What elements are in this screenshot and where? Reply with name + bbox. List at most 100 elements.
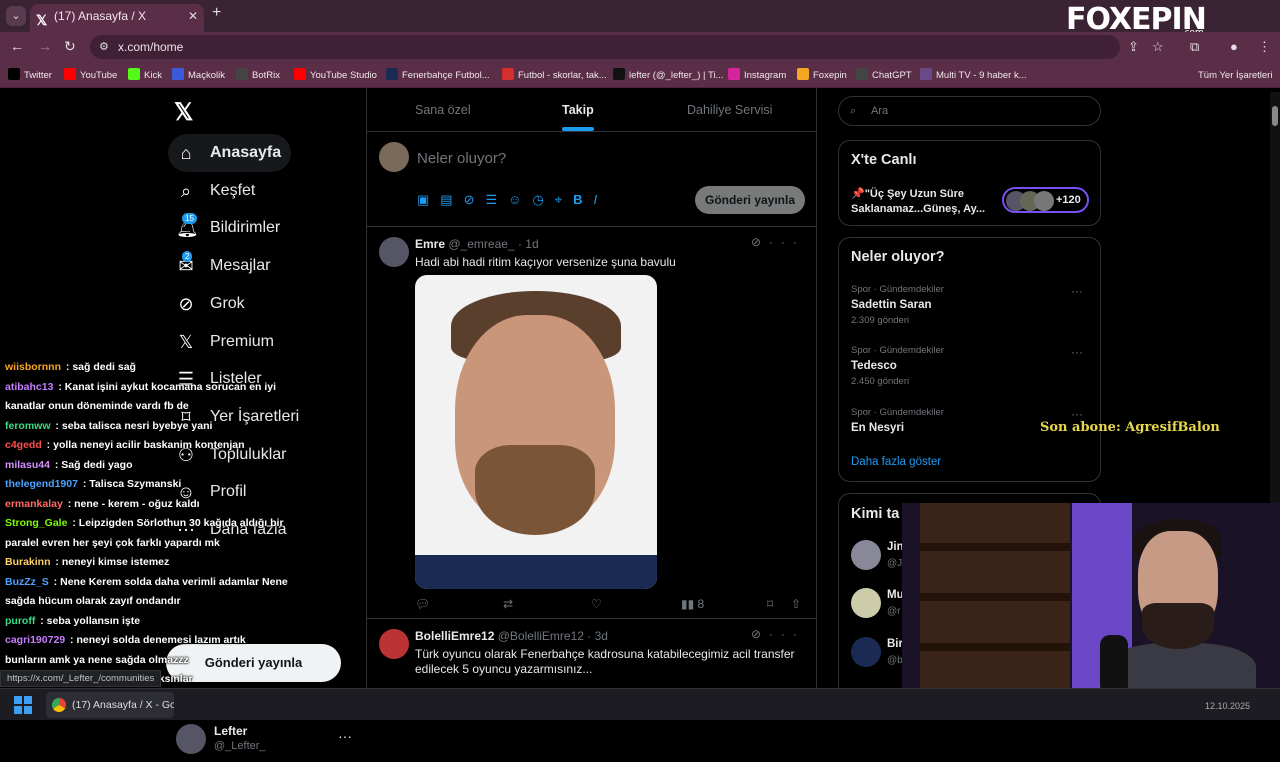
bookmark-item[interactable]: Kick [128,68,162,81]
image-icon[interactable]: ▣ [417,192,440,207]
bookmark-icon[interactable]: ⌑ [767,597,773,611]
browser-menu-icon[interactable]: ⋮ [1258,39,1271,55]
bookmark-star-icon[interactable]: ☆ [1152,39,1164,55]
nav-item-search[interactable]: ⌕ Keşfet [168,172,265,210]
more-icon[interactable]: ··· [1071,345,1083,359]
avatar[interactable] [851,540,881,570]
reload-icon[interactable]: ↻ [64,38,76,55]
bookmark-item[interactable]: Twitter [8,68,52,81]
site-info-icon[interactable]: ⚙ [99,35,109,59]
tweet-image[interactable] [415,275,657,589]
more-icon[interactable]: ··· [769,627,805,641]
tweet-header: Emre @_emreae_ · 1d [415,237,539,251]
grok-icon[interactable]: ⊘ [464,192,486,207]
chat-text: seba yollansın işte [46,614,141,627]
bookmark-item[interactable]: lefter (@_lefter_) | Ti... [613,68,723,81]
poll-icon[interactable]: ☰ [486,192,509,207]
show-more-link[interactable]: Daha fazla göster [851,456,941,468]
account-switcher[interactable]: Lefter @_Lefter_ ··· [170,722,360,762]
tweet[interactable]: BolelliEmre12 @BolelliEmre12 · 3d ⊘··· T… [367,619,817,688]
nav-item-grok[interactable]: ⊘ Grok [168,285,255,323]
more-icon[interactable]: ··· [1071,284,1083,298]
trend-item[interactable]: Spor · Gündemdekiler Sadettin Saran 2.309 … [851,284,1091,326]
italic-icon[interactable]: I [594,192,609,207]
nav-item-home[interactable]: ⌂ Anasayfa [168,134,292,172]
share-icon[interactable]: ⇧ [791,597,801,611]
more-icon[interactable]: ··· [338,728,352,744]
bookmark-item[interactable]: Tüm Yer İşaretleri [1182,68,1272,81]
last-subscriber-label: Son abone: AgresifBalon [1040,420,1220,435]
suggestion-name[interactable]: Bir [887,638,903,650]
tab-list[interactable]: Dahiliye Servisi [687,103,772,117]
bookmark-item[interactable]: Fenerbahçe Futbol... [386,68,490,81]
more-icon[interactable]: ··· [1071,407,1083,421]
grok-icon[interactable]: ⊘ [751,627,769,641]
new-tab-button[interactable]: + [212,4,221,22]
tab-search-button[interactable]: ⌄ [6,6,26,26]
tweet[interactable]: Emre @_emreae_ · 1d ⊘··· Hadi abi hadi r… [367,227,817,619]
compose-input[interactable]: Neler oluyor? [417,150,506,167]
bold-icon[interactable]: B [573,192,593,207]
bookmark-item[interactable]: Futbol - skorlar, tak... [502,68,607,81]
nav-item-bell[interactable]: 🔔︎ 15 Bildirimler [168,209,290,247]
avatar[interactable] [851,637,881,667]
repost-icon[interactable]: ⇄ [503,597,513,611]
nav-item-label: Keşfet [210,181,256,199]
nav-item-mail[interactable]: ✉ 2 Mesajlar [168,247,280,285]
tab-following[interactable]: Takip [562,103,594,131]
bookmark-item[interactable]: YouTube [64,68,117,81]
bookmark-item[interactable]: ChatGPT [856,68,912,81]
bookmark-item[interactable]: Multi TV - 9 haber k... [920,68,1027,81]
bookmark-item[interactable]: YouTube Studio [294,68,377,81]
live-listeners[interactable]: +120 [1002,187,1089,213]
taskbar: (17) Anasayfa / X - Goog 12.10.2025 [0,688,1280,720]
url-field[interactable]: ⚙ x.com/home [90,35,1120,59]
back-icon[interactable]: ← [10,38,24,54]
avatar[interactable] [379,629,409,659]
trend-item[interactable]: Spor · Gündemdekiler Tedesco 2.450 gönderi… [851,345,1091,387]
avatar[interactable] [379,237,409,267]
live-space-title[interactable]: 📌"Üç Şey Uzun Süre Saklanamaz...Güneş, A… [851,187,1001,217]
profile-handle: @_Lefter_ [214,740,266,752]
chat-text: Sağ dedi yago [61,458,133,471]
bookmark-favicon-icon [172,68,184,80]
compose-post-button[interactable]: Gönderi yayınla [695,186,805,214]
gif-icon[interactable]: ▤ [440,192,463,207]
taskbar-chrome-app[interactable]: (17) Anasayfa / X - Goog [46,692,174,718]
bookmark-label: Fenerbahçe Futbol... [402,70,490,81]
install-icon[interactable]: ⇪ [1128,39,1139,55]
close-tab-icon[interactable]: ✕ [188,4,198,28]
forward-icon[interactable]: → [38,38,52,54]
schedule-icon[interactable]: ◷ [532,192,554,207]
views-icon[interactable]: ▮▮ 8 [681,597,704,611]
compose-box: Neler oluyor? ▣▤⊘☰☺◷⌖BI Gönderi yayınla [367,132,817,227]
chat-message: feromww : seba talisca nesri byebye yani [5,419,213,432]
nav-item-label: Bildirimler [210,219,281,237]
avatar[interactable] [851,588,881,618]
bookmark-item[interactable]: Maçkolik [172,68,225,81]
search-input[interactable]: ⌕ Ara [838,96,1101,126]
bookmark-item[interactable]: Instagram [728,68,786,81]
bookmark-favicon-icon [128,68,140,80]
x-logo-icon[interactable]: 𝕏 [174,98,193,127]
profile-avatar-icon[interactable]: ● [1230,39,1238,54]
feed-tabs: Sana özel Takip Dahiliye Servisi [367,88,817,132]
more-icon[interactable]: ··· [769,235,805,249]
nav-item-label: Premium [210,332,275,350]
bookmark-item[interactable]: BotRix [236,68,280,81]
location-icon[interactable]: ⌖ [555,192,573,207]
browser-tab[interactable]: 𝕏 (17) Anasayfa / X ✕ [30,4,204,32]
tweet-header: BolelliEmre12 @BolelliEmre12 · 3d [415,629,608,643]
windows-start-icon[interactable] [14,696,32,714]
reply-icon[interactable]: 💬︎ [415,597,430,611]
bookmark-item[interactable]: Foxepin [797,68,847,81]
nav-item-x[interactable]: 𝕏 Premium [168,323,284,361]
extensions-icon[interactable]: ⧉ [1190,39,1199,55]
emoji-icon[interactable]: ☺ [508,192,532,207]
grok-icon[interactable]: ⊘ [751,235,769,249]
bookmark-label: Maçkolik [188,70,225,81]
tab-for-you[interactable]: Sana özel [415,103,471,117]
chat-username: BuzZz_S [5,575,49,588]
avatar [1034,191,1054,211]
like-icon[interactable]: ♡ [591,597,602,611]
